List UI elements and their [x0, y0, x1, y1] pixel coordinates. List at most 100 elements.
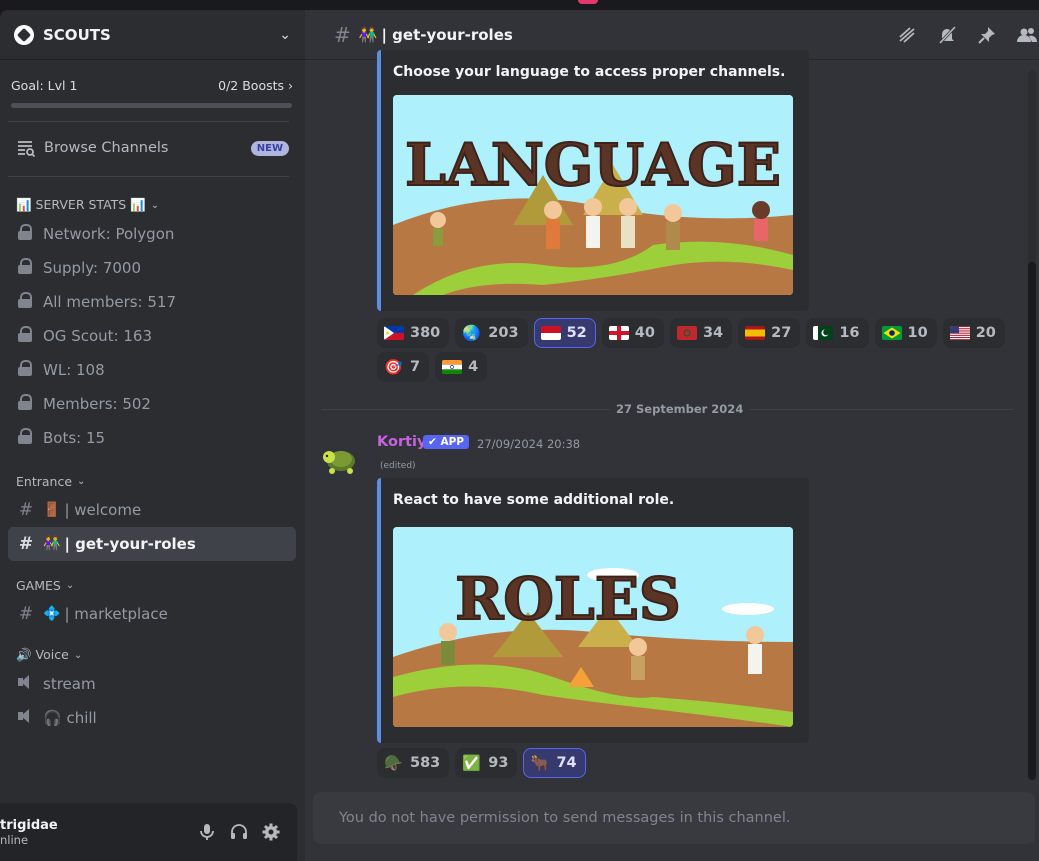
reaction-count: 16 — [839, 325, 860, 341]
composer-placeholder: You do not have permission to send messa… — [339, 810, 791, 826]
channel-sidebar: SCOUTS ⌄ Goal: Lvl 1 0/2 Boosts › Browse… — [0, 10, 305, 861]
channel-marketplace[interactable]: # 💠 | marketplace — [8, 597, 296, 631]
embed-image-text: ROLES — [455, 565, 681, 633]
threads-icon[interactable] — [895, 23, 919, 47]
reaction-count: 74 — [556, 755, 577, 771]
voice-channel-chill[interactable]: 🎧 chill — [8, 701, 296, 735]
avatar[interactable] — [321, 437, 361, 477]
channel-label: All members: 517 — [43, 293, 177, 311]
channel-emoji: 💠 — [43, 606, 61, 622]
reaction-us[interactable]: 20 — [942, 318, 1005, 348]
lock-icon — [16, 359, 36, 381]
reaction-emoji — [608, 326, 629, 340]
category-entrance[interactable]: Entrance ⌄ — [0, 469, 305, 493]
lock-icon — [16, 427, 36, 449]
divider — [8, 176, 289, 177]
message-timestamp: 27/09/2024 20:38 — [477, 437, 581, 451]
channel-get-your-roles[interactable]: # 👫 | get-your-roles — [8, 527, 296, 561]
hashtag-icon: # — [18, 604, 34, 624]
reaction-count: 4 — [468, 359, 479, 375]
browse-channels-label: Browse Channels — [44, 140, 169, 156]
stat-channel[interactable]: Network: Polygon — [8, 217, 296, 251]
channel-label: WL: 108 — [43, 361, 105, 379]
message-author[interactable]: Kortiy — [377, 434, 426, 450]
embed-title: Choose your language to access proper ch… — [393, 64, 786, 80]
category-label: Entrance — [16, 473, 73, 489]
stat-channel[interactable]: Supply: 7000 — [8, 251, 296, 285]
gear-icon[interactable] — [255, 816, 287, 848]
voice-channel-stream[interactable]: stream — [8, 667, 296, 701]
stat-channel[interactable]: Members: 502 — [8, 387, 296, 421]
divider — [8, 121, 289, 122]
reaction-🎯[interactable]: 🎯 7 — [377, 352, 430, 382]
message-input-disabled[interactable]: You do not have permission to send messa… — [313, 792, 1035, 844]
hashtag-icon: # — [18, 500, 34, 520]
headphones-icon[interactable] — [223, 816, 255, 848]
channel-label: | marketplace — [64, 605, 168, 623]
chevron-down-icon: ⌄ — [65, 579, 75, 591]
stat-channel[interactable]: OG Scout: 163 — [8, 319, 296, 353]
browse-channels-button[interactable]: Browse Channels NEW — [8, 132, 297, 164]
username[interactable]: trigidae — [0, 818, 191, 833]
stat-channel[interactable]: WL: 108 — [8, 353, 296, 387]
embed-language: Choose your language to access proper ch… — [377, 50, 809, 311]
server-icon — [14, 24, 34, 45]
date-divider-label: 27 September 2024 — [610, 402, 750, 416]
reaction-count: 52 — [566, 325, 587, 341]
reaction-br[interactable]: 10 — [874, 318, 937, 348]
reaction-emoji: ✅ — [462, 754, 481, 772]
reaction-count: 7 — [410, 359, 421, 375]
microphone-icon[interactable] — [191, 816, 223, 848]
boost-goal-label: Goal: Lvl 1 — [11, 78, 78, 93]
mute-bell-icon[interactable] — [935, 23, 959, 47]
user-panel: trigidae nline — [0, 803, 297, 861]
channel-label: 🎧 chill — [43, 709, 97, 727]
channel-emoji: 🚪 — [43, 502, 61, 518]
user-status: nline — [0, 832, 29, 847]
pin-icon[interactable] — [975, 23, 999, 47]
lock-icon — [16, 257, 36, 279]
embed-image-text: LANGUAGE — [405, 131, 781, 199]
channel-welcome[interactable]: # 🚪 | welcome — [8, 493, 296, 527]
reaction-🐂[interactable]: 🐂 74 — [523, 748, 586, 778]
category-server-stats[interactable]: 📊 SERVER STATS 📊 ⌄ — [0, 193, 305, 217]
category-games[interactable]: GAMES ⌄ — [0, 573, 305, 597]
lock-icon — [16, 325, 36, 347]
reactions-row: 🪖 583 ✅ 93 🐂 74 — [377, 748, 586, 778]
reaction-✅[interactable]: ✅ 93 — [455, 748, 518, 778]
reaction-emoji — [442, 360, 463, 374]
hashtag-icon: # — [18, 534, 34, 554]
embed-image-roles[interactable]: ROLES — [393, 527, 793, 727]
scrollbar-thumb[interactable] — [1028, 262, 1036, 780]
reaction-count: 20 — [975, 325, 996, 341]
app-badge: ✔ APP — [423, 435, 469, 449]
reaction-emoji — [813, 326, 834, 340]
chevron-down-icon: ⌄ — [150, 199, 160, 211]
stat-channel[interactable]: All members: 517 — [8, 285, 296, 319]
top-accent-bar — [578, 0, 598, 4]
members-icon[interactable] — [1015, 23, 1039, 47]
reaction-ma[interactable]: 34 — [669, 318, 733, 348]
reaction-🌏[interactable]: 🌏 203 — [455, 318, 528, 348]
reaction-pk[interactable]: 16 — [806, 318, 869, 348]
boost-goal[interactable]: Goal: Lvl 1 0/2 Boosts › — [0, 60, 305, 108]
chevron-down-icon: ⌄ — [279, 26, 291, 43]
reaction-id[interactable]: 52 — [533, 318, 596, 348]
embed-image-language[interactable]: LANGUAGE — [393, 95, 793, 295]
server-header[interactable]: SCOUTS ⌄ — [0, 10, 305, 60]
reaction-count: 380 — [410, 325, 441, 341]
category-voice[interactable]: 🔊 Voice ⌄ — [0, 643, 305, 667]
reaction-count: 583 — [410, 755, 441, 771]
reaction-count: 34 — [702, 325, 724, 341]
reaction-emoji — [949, 326, 970, 340]
reaction-🪖[interactable]: 🪖 583 — [377, 748, 450, 778]
reaction-ph[interactable]: 380 — [377, 318, 450, 348]
reaction-emoji — [676, 326, 697, 340]
reaction-count: 93 — [488, 755, 509, 771]
reaction-in[interactable]: 4 — [435, 352, 488, 382]
reaction-emoji: 🐂 — [530, 754, 550, 772]
new-badge: NEW — [250, 140, 289, 156]
reaction-gb[interactable]: 40 — [601, 318, 664, 348]
stat-channel[interactable]: Bots: 15 — [8, 421, 296, 455]
reaction-es[interactable]: 27 — [738, 318, 801, 348]
